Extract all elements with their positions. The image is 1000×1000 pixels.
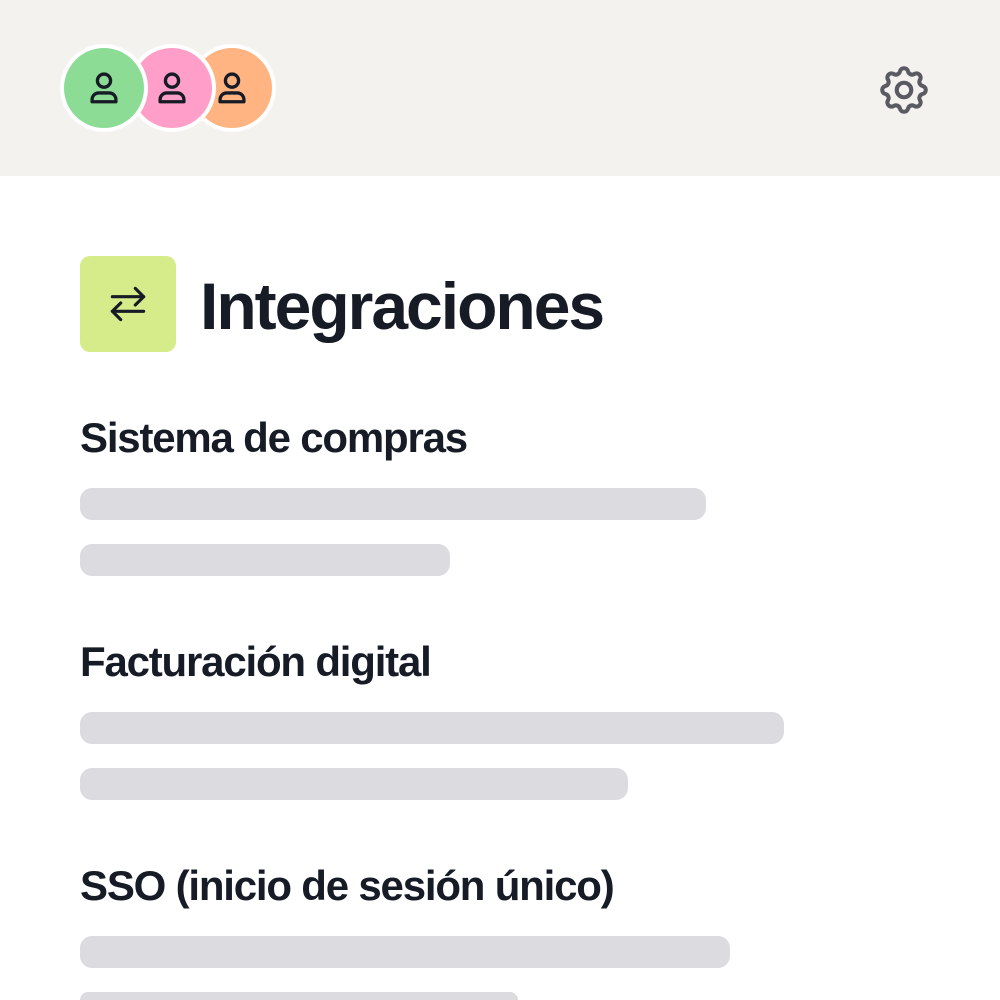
top-bar <box>0 0 1000 176</box>
user-icon <box>218 72 246 104</box>
skeleton-line <box>80 768 628 800</box>
gear-icon <box>880 66 928 114</box>
section-title-sso: SSO (inicio de sesión único) <box>80 862 615 909</box>
integrations-icon-tile <box>80 256 176 352</box>
skeleton-line <box>80 712 784 744</box>
skeleton-line <box>80 488 706 520</box>
settings-button[interactable] <box>872 58 936 122</box>
arrows-swap-icon <box>110 286 146 322</box>
skeleton-line <box>80 936 730 968</box>
user-icon <box>158 72 186 104</box>
skeleton-line <box>80 992 518 1000</box>
avatar[interactable] <box>60 44 148 132</box>
page-title: Integraciones <box>200 269 605 343</box>
section-title-invoicing: Facturación digital <box>80 638 432 685</box>
skeleton-line <box>80 544 450 576</box>
section-title-purchasing: Sistema de compras <box>80 414 468 461</box>
user-icon <box>90 72 118 104</box>
